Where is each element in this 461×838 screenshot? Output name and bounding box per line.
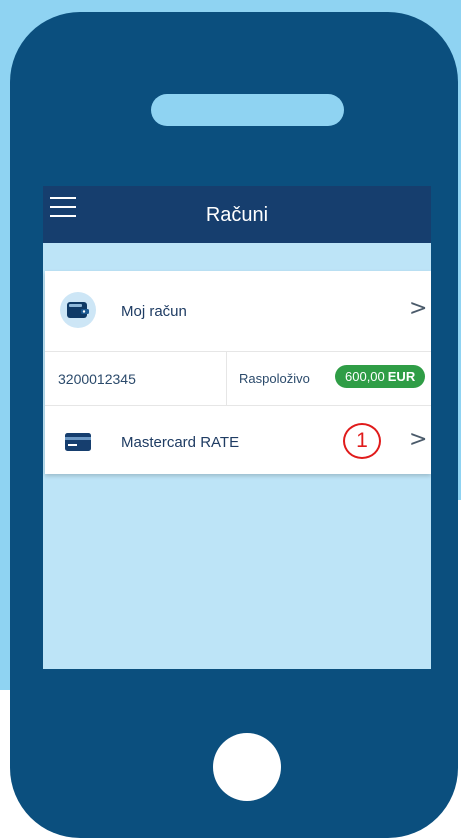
phone-speaker xyxy=(151,94,344,126)
credit-card-icon xyxy=(65,433,91,451)
available-label: Raspoloživo xyxy=(239,371,310,386)
chevron-right-icon[interactable]: > xyxy=(409,296,427,321)
account-name: Moj račun xyxy=(121,303,187,320)
account-number: 3200012345 xyxy=(58,371,136,387)
available-amount: 600,00 xyxy=(345,369,385,384)
available-amount-badge: 600,00 EUR xyxy=(335,365,426,388)
page-title: Računi xyxy=(205,204,269,226)
wallet-icon xyxy=(60,292,96,328)
card-row[interactable]: Mastercard RATE 1 > xyxy=(45,406,431,474)
account-card: Moj račun > 3200012345 Raspoloživo 600,0… xyxy=(45,271,431,474)
divider xyxy=(226,352,227,405)
account-row[interactable]: Moj račun > xyxy=(45,271,431,352)
card-name: Mastercard RATE xyxy=(121,434,240,451)
app-bar: Računi xyxy=(43,186,431,243)
chevron-right-icon[interactable]: > xyxy=(409,427,427,452)
balance-row: 3200012345 Raspoloživo 600,00 EUR xyxy=(45,352,431,406)
step-marker: 1 xyxy=(343,423,381,459)
currency-label: EUR xyxy=(387,369,416,384)
phone-home-button xyxy=(213,733,281,801)
phone-screen: Računi Moj račun > 3200012345 Raspoloživ… xyxy=(43,186,431,669)
